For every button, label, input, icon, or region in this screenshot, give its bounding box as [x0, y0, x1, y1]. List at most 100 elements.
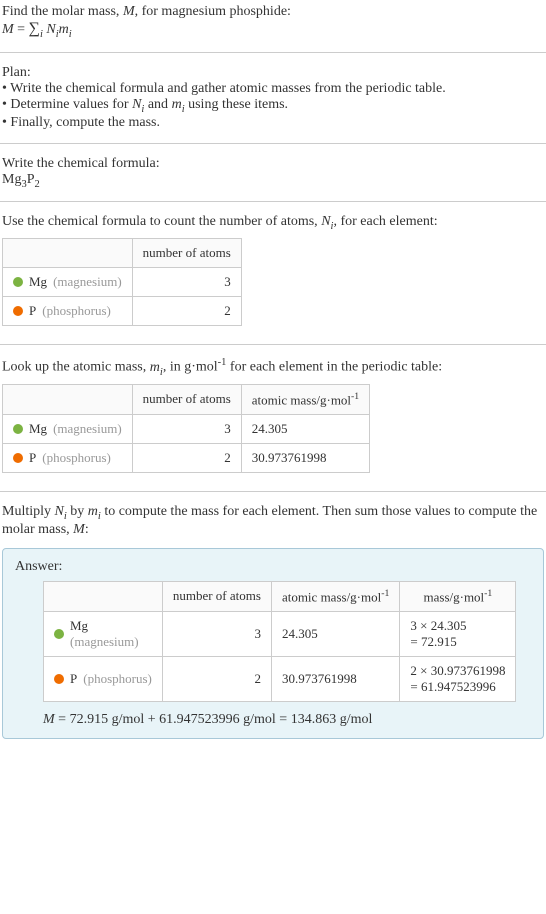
atoms-value: 3 — [132, 268, 241, 297]
empty-header — [3, 384, 133, 414]
divider — [0, 143, 546, 144]
table-row: Mg(magnesium) 3 24.305 3 × 24.305= 72.91… — [44, 612, 516, 657]
mass-header-sup: -1 — [351, 391, 359, 402]
calc-result: = 61.947523996 — [410, 679, 495, 694]
count-atoms-block: Use the chemical formula to count the nu… — [0, 210, 546, 336]
empty-header — [44, 581, 163, 611]
mass-calc: 2 × 30.973761998= 61.947523996 — [400, 657, 516, 702]
dot-icon-mg — [54, 629, 64, 639]
dot-icon-mg — [13, 424, 23, 434]
atomic-mass-table: number of atoms atomic mass/g·mol-1 Mg (… — [2, 384, 370, 473]
element-cell-mg: Mg(magnesium) — [44, 612, 163, 657]
write-formula-heading: Write the chemical formula: — [2, 156, 544, 172]
answer-label: Answer: — [15, 559, 531, 575]
dot-icon-mg — [13, 277, 23, 287]
calc-result: = 72.915 — [410, 634, 456, 649]
atoms-header: number of atoms — [132, 384, 241, 414]
element-symbol: P — [29, 450, 36, 466]
element-cell-p: P (phosphorus) — [44, 657, 163, 702]
mass-header: mass/g·mol-1 — [400, 581, 516, 611]
element-name: (phosphorus) — [42, 450, 111, 466]
element-cell-mg: Mg (magnesium) — [3, 268, 133, 297]
amass-var-mi: mi — [150, 360, 163, 375]
plan-item-2: • Determine values for Ni and mi using t… — [2, 97, 544, 115]
empty-header — [3, 239, 133, 268]
element-symbol: Mg — [70, 618, 88, 633]
amass-header-sup: -1 — [381, 588, 389, 599]
table-row: P (phosphorus) 2 30.973761998 — [3, 443, 370, 472]
formula-sub-2: 2 — [35, 178, 40, 189]
table-row: P (phosphorus) 2 — [3, 297, 242, 326]
atoms-table: number of atoms Mg (magnesium) 3 P (phos… — [2, 238, 242, 326]
count-text-a: Use the chemical formula to count the nu… — [2, 214, 321, 229]
count-text-b: , for each element: — [333, 214, 437, 229]
element-cell-mg: Mg (magnesium) — [3, 414, 133, 443]
atoms-header: number of atoms — [132, 239, 241, 268]
element-symbol: P — [70, 671, 77, 687]
answer-table: number of atoms atomic mass/g·mol-1 mass… — [43, 581, 516, 702]
count-atoms-heading: Use the chemical formula to count the nu… — [2, 214, 544, 232]
eq-m: M — [2, 22, 14, 37]
amass-header: atomic mass/g·mol-1 — [271, 581, 399, 611]
plan-item-3: • Finally, compute the mass. — [2, 115, 544, 131]
intro-text-a: Find the molar mass, — [2, 4, 123, 19]
element-cell-p: P (phosphorus) — [3, 297, 133, 326]
element-symbol: P — [29, 303, 36, 319]
plan-heading: Plan: — [2, 65, 544, 81]
element-cell-p: P (phosphorus) — [3, 443, 133, 472]
divider — [0, 201, 546, 202]
element-symbol: Mg — [29, 274, 47, 290]
element-name: (magnesium) — [70, 634, 139, 649]
dot-icon-p — [13, 306, 23, 316]
answer-content: number of atoms atomic mass/g·mol-1 mass… — [43, 581, 531, 728]
final-result: M = 72.915 g/mol + 61.947523996 g/mol = … — [43, 712, 531, 728]
element-name: (phosphorus) — [83, 671, 152, 687]
divider — [0, 344, 546, 345]
atomic-mass-block: Look up the atomic mass, mi, in g·mol-1 … — [0, 353, 546, 483]
amass-text-b: , in g·mol — [163, 360, 218, 375]
amass-text-a: Look up the atomic mass, — [2, 360, 150, 375]
intro-equation: M = ∑i Nimi — [2, 20, 544, 40]
mass-calc: 3 × 24.305= 72.915 — [400, 612, 516, 657]
element-name: (phosphorus) — [42, 303, 111, 319]
formula-mg: Mg — [2, 172, 21, 187]
calc-expr: 2 × 30.973761998 — [410, 663, 505, 678]
table-row: Mg (magnesium) 3 24.305 — [3, 414, 370, 443]
multiply-heading: Multiply Ni by mi to compute the mass fo… — [2, 504, 544, 538]
table-row: P (phosphorus) 2 30.973761998 2 × 30.973… — [44, 657, 516, 702]
calc-expr: 3 × 24.305 — [410, 618, 466, 633]
chemical-formula: Mg3P2 — [2, 172, 544, 190]
table-header-row: number of atoms atomic mass/g·mol-1 — [3, 384, 370, 414]
intro-var-m: M — [123, 4, 135, 19]
atoms-value: 2 — [162, 657, 271, 702]
dot-icon-p — [13, 453, 23, 463]
sigma-icon: ∑ — [29, 20, 40, 37]
element-name: (magnesium) — [53, 421, 122, 437]
mass-value: 24.305 — [241, 414, 369, 443]
table-row: Mg (magnesium) 3 — [3, 268, 242, 297]
final-text: = 72.915 g/mol + 61.947523996 g/mol = 13… — [58, 712, 372, 727]
element-symbol: Mg — [29, 421, 47, 437]
eq-ni: Nimi — [46, 22, 71, 37]
amass-header-text: atomic mass/g·mol — [282, 589, 381, 604]
final-var-m: M — [43, 712, 55, 727]
formula-p: P — [27, 172, 35, 187]
divider — [0, 491, 546, 492]
atoms-value: 3 — [162, 612, 271, 657]
answer-box: Answer: number of atoms atomic mass/g·mo… — [2, 548, 544, 739]
plan-block: Plan: • Write the chemical formula and g… — [0, 61, 546, 135]
multiply-block: Multiply Ni by mi to compute the mass fo… — [0, 500, 546, 542]
mass-header: atomic mass/g·mol-1 — [241, 384, 369, 414]
atoms-value: 2 — [132, 297, 241, 326]
amass-text-c: for each element in the periodic table: — [226, 360, 442, 375]
intro-block: Find the molar mass, M, for magnesium ph… — [0, 0, 546, 44]
mult-text-d: : — [85, 522, 89, 537]
table-header-row: number of atoms atomic mass/g·mol-1 mass… — [44, 581, 516, 611]
mult-var-m: M — [73, 522, 85, 537]
divider — [0, 52, 546, 53]
element-name: (magnesium) — [53, 274, 122, 290]
plan-item-1: • Write the chemical formula and gather … — [2, 81, 544, 97]
mult-text-a: Multiply — [2, 504, 55, 519]
atoms-header: number of atoms — [162, 581, 271, 611]
amass-value: 24.305 — [271, 612, 399, 657]
